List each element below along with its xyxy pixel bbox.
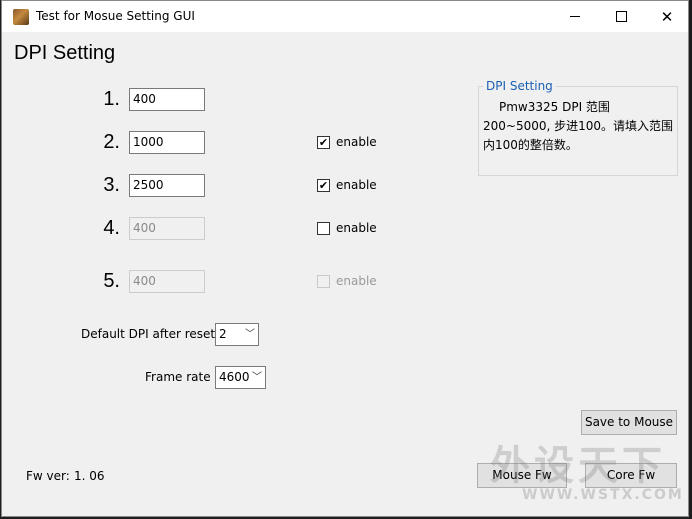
frame-rate-select[interactable]: 4600 ﹀ bbox=[215, 366, 266, 389]
watermark-url: WWW.WSTX.COM bbox=[522, 487, 684, 503]
info-groupbox-title: DPI Setting bbox=[483, 79, 556, 93]
checkmark-icon: ✔ bbox=[318, 179, 329, 192]
dpi-4-input[interactable]: 400 bbox=[129, 217, 205, 240]
dpi-row-2-number: 2. bbox=[103, 131, 120, 153]
default-dpi-select[interactable]: 2 ﹀ bbox=[215, 323, 259, 346]
dpi-row-3-number: 3. bbox=[103, 174, 120, 196]
dpi-2-enable-checkbox[interactable]: ✔ bbox=[317, 136, 330, 149]
dpi-3-enable-checkbox[interactable]: ✔ bbox=[317, 179, 330, 192]
dpi-row-5-number: 5. bbox=[103, 270, 120, 292]
close-icon: ✕ bbox=[660, 7, 674, 26]
dpi-4-enable-checkbox[interactable] bbox=[317, 222, 330, 235]
dpi-4-enable-label[interactable]: enable bbox=[336, 221, 377, 235]
default-dpi-value: 2 bbox=[219, 327, 227, 341]
checkmark-icon: ✔ bbox=[318, 136, 329, 149]
fw-version-value: 1. 06 bbox=[74, 469, 105, 483]
fw-version-label: Fw ver: bbox=[26, 469, 70, 483]
chevron-down-icon: ﹀ bbox=[245, 329, 255, 340]
app-icon bbox=[13, 9, 29, 25]
dpi-row-1-number: 1. bbox=[103, 88, 120, 110]
title-bar[interactable]: Test for Mosue Setting GUI ✕ bbox=[2, 1, 688, 32]
minimize-button[interactable] bbox=[552, 1, 598, 32]
dpi-1-input[interactable]: 400 bbox=[129, 88, 205, 111]
chevron-down-icon: ﹀ bbox=[252, 372, 262, 383]
maximize-button[interactable] bbox=[598, 1, 644, 32]
dpi-3-enable-label[interactable]: enable bbox=[336, 178, 377, 192]
maximize-icon bbox=[615, 11, 627, 22]
default-dpi-label: Default DPI after reset bbox=[81, 327, 216, 341]
watermark-logo: 外设天下 bbox=[490, 443, 666, 489]
minimize-icon bbox=[570, 16, 580, 17]
dpi-5-enable-checkbox[interactable] bbox=[317, 275, 330, 288]
dpi-5-enable-label[interactable]: enable bbox=[336, 274, 377, 288]
dpi-2-input[interactable]: 1000 bbox=[129, 131, 205, 154]
dpi-3-input[interactable]: 2500 bbox=[129, 174, 205, 197]
app-window: Test for Mosue Setting GUI ✕ DPI Setting… bbox=[1, 0, 689, 517]
window-title: Test for Mosue Setting GUI bbox=[36, 9, 195, 23]
save-to-mouse-button[interactable]: Save to Mouse bbox=[581, 410, 677, 435]
dpi-row-4-number: 4. bbox=[103, 217, 120, 239]
frame-rate-value: 4600 bbox=[219, 370, 250, 384]
info-groupbox-text: Pmw3325 DPI 范围200~5000, 步进100。请填入范围内100的… bbox=[483, 100, 674, 152]
frame-rate-label: Frame rate bbox=[145, 370, 211, 384]
dpi-2-enable-label[interactable]: enable bbox=[336, 135, 377, 149]
page-title: DPI Setting bbox=[14, 42, 116, 64]
close-button[interactable]: ✕ bbox=[644, 1, 690, 32]
dpi-5-input[interactable]: 400 bbox=[129, 270, 205, 293]
